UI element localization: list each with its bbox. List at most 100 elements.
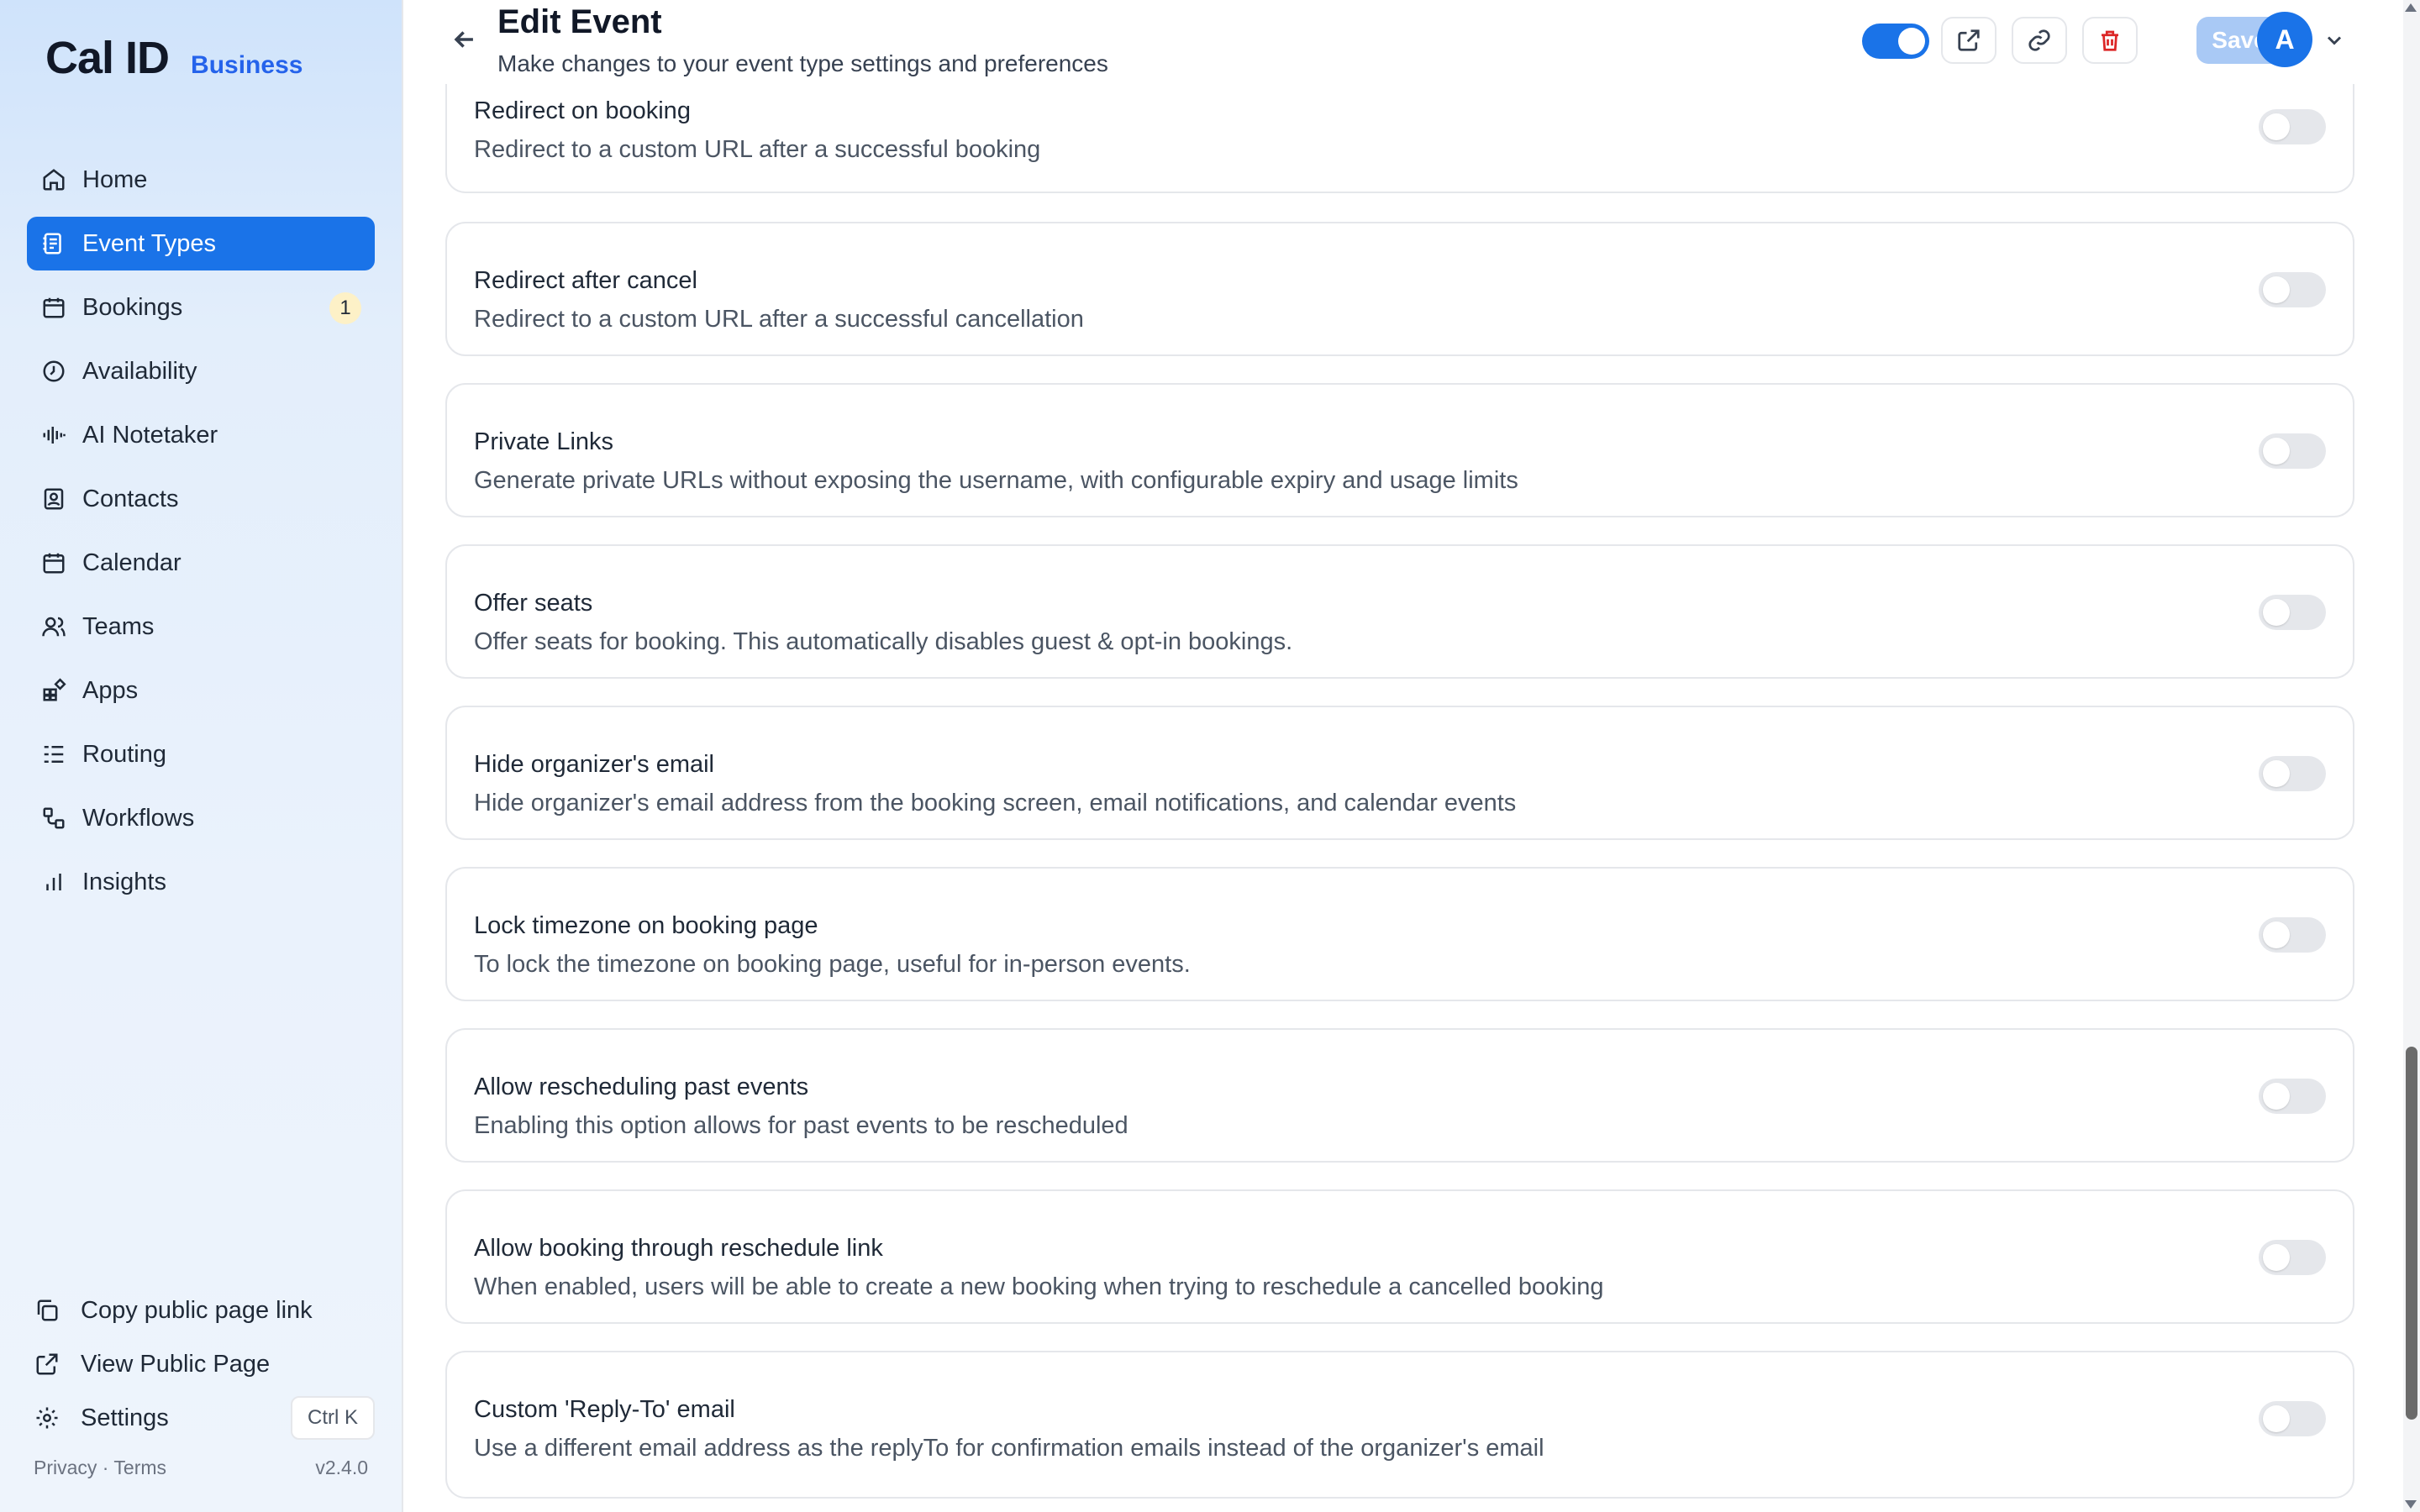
sidebar-item-label: Routing	[82, 740, 166, 768]
redirect-after-cancel-toggle[interactable]	[2259, 272, 2326, 307]
brand[interactable]: Cal ID Business	[45, 32, 302, 84]
setting-description: When enabled, users will be able to crea…	[474, 1273, 1604, 1300]
sidebar-item-label: AI Notetaker	[82, 421, 218, 449]
setting-title: Hide organizer's email	[474, 751, 714, 778]
page-scrollbar[interactable]	[2403, 0, 2420, 1512]
sidebar-item-contacts[interactable]: Contacts	[27, 472, 375, 526]
sidebar-item-home[interactable]: Home	[27, 153, 375, 207]
sidebar-item-ai-notetaker[interactable]: AI Notetaker	[27, 408, 375, 462]
users-icon	[40, 613, 67, 640]
sidebar-item-bookings[interactable]: Bookings 1	[27, 281, 375, 334]
setting-title: Allow rescheduling past events	[474, 1074, 809, 1100]
setting-description: Enabling this option allows for past eve…	[474, 1112, 1128, 1139]
setting-description: Redirect to a custom URL after a success…	[474, 306, 1084, 333]
sidebar-item-availability[interactable]: Availability	[27, 344, 375, 398]
back-arrow-icon[interactable]	[450, 25, 484, 59]
sidebar-item-label: Calendar	[82, 549, 182, 576]
event-enabled-toggle[interactable]	[1862, 24, 1929, 59]
bookings-count-badge: 1	[329, 292, 361, 324]
lock-timezone-toggle[interactable]	[2259, 917, 2326, 953]
audio-wave-icon	[40, 422, 67, 449]
custom-reply-to-toggle[interactable]	[2259, 1401, 2326, 1436]
sidebar-nav: Home Event Types Bookings 1 Availability…	[27, 153, 375, 919]
sidebar-item-workflows[interactable]: Workflows	[27, 791, 375, 845]
sidebar-item-calendar[interactable]: Calendar	[27, 536, 375, 590]
page-subtitle: Make changes to your event type settings…	[497, 50, 1108, 76]
preview-button[interactable]	[1941, 17, 1996, 64]
copy-link-button[interactable]	[2012, 17, 2067, 64]
brand-plan: Business	[191, 51, 303, 79]
calendar-icon	[40, 549, 67, 576]
scroll-down-arrow-icon[interactable]	[2405, 1500, 2417, 1509]
apps-icon	[40, 677, 67, 704]
routing-icon	[40, 741, 67, 768]
sidebar-item-label: Teams	[82, 612, 155, 640]
setting-hide-organizer-email: Hide organizer's email Hide organizer's …	[445, 706, 2354, 840]
sidebar-item-apps[interactable]: Apps	[27, 664, 375, 717]
sidebar-item-label: Event Types	[82, 229, 217, 257]
sidebar-item-insights[interactable]: Insights	[27, 855, 375, 909]
brand-logo: Cal ID	[45, 33, 170, 83]
setting-private-links: Private Links Generate private URLs with…	[445, 383, 2354, 517]
chevron-down-icon[interactable]	[2323, 29, 2348, 54]
setting-title: Allow booking through reschedule link	[474, 1235, 883, 1262]
setting-description: Generate private URLs without exposing t…	[474, 467, 1518, 494]
redirect-on-booking-toggle[interactable]	[2259, 109, 2326, 144]
setting-description: To lock the timezone on booking page, us…	[474, 951, 1191, 978]
bar-chart-icon	[40, 869, 67, 895]
setting-offer-seats: Offer seats Offer seats for booking. Thi…	[445, 544, 2354, 679]
clock-icon	[40, 358, 67, 385]
calendar-icon	[40, 294, 67, 321]
sidebar-item-label: Insights	[82, 868, 166, 895]
setting-redirect-after-cancel: Redirect after cancel Redirect to a cust…	[445, 222, 2354, 356]
contacts-icon	[40, 486, 67, 512]
workflows-icon	[40, 805, 67, 832]
app-version: v2.4.0	[315, 1457, 368, 1478]
external-link-icon	[1958, 29, 1980, 51]
avatar[interactable]: A	[2257, 12, 2312, 67]
sidebar-bottom: Copy public page link View Public Page S…	[34, 1284, 375, 1445]
view-public-page-link[interactable]: View Public Page	[34, 1337, 375, 1391]
setting-allow-rescheduling-past: Allow rescheduling past events Enabling …	[445, 1028, 2354, 1163]
sidebar-item-event-types[interactable]: Event Types	[27, 217, 375, 270]
page-title: Edit Event	[497, 3, 662, 40]
view-public-page-label: View Public Page	[81, 1350, 271, 1378]
setting-description: Hide organizer's email address from the …	[474, 790, 1517, 816]
scroll-up-arrow-icon[interactable]	[2405, 3, 2417, 12]
sidebar-item-routing[interactable]: Routing	[27, 727, 375, 781]
sidebar-item-label: Apps	[82, 676, 139, 704]
sidebar-item-label: Availability	[82, 357, 197, 385]
copy-icon	[34, 1297, 60, 1324]
allow-booking-reschedule-link-toggle[interactable]	[2259, 1240, 2326, 1275]
setting-lock-timezone: Lock timezone on booking page To lock th…	[445, 867, 2354, 1001]
private-links-toggle[interactable]	[2259, 433, 2326, 469]
copy-public-link-button[interactable]: Copy public page link	[34, 1284, 375, 1337]
scrollbar-thumb[interactable]	[2406, 1047, 2417, 1420]
setting-allow-booking-reschedule-link: Allow booking through reschedule link Wh…	[445, 1189, 2354, 1324]
setting-description: Use a different email address as the rep…	[474, 1435, 1544, 1462]
external-link-icon	[34, 1351, 60, 1378]
setting-description: Redirect to a custom URL after a success…	[474, 136, 1041, 163]
sidebar-item-teams[interactable]: Teams	[27, 600, 375, 654]
link-icon	[2028, 29, 2050, 51]
sidebar-item-label: Bookings	[82, 293, 183, 321]
sidebar-item-label: Home	[82, 165, 148, 193]
privacy-terms-links[interactable]: Privacy · Terms	[34, 1457, 166, 1479]
copy-public-link-label: Copy public page link	[81, 1296, 313, 1324]
command-palette-shortcut[interactable]: Ctrl K	[291, 1396, 375, 1440]
settings-link[interactable]: Settings Ctrl K	[34, 1391, 375, 1445]
trash-icon	[2102, 30, 2118, 51]
event-types-icon	[40, 230, 67, 257]
allow-rescheduling-past-toggle[interactable]	[2259, 1079, 2326, 1114]
setting-title: Offer seats	[474, 590, 593, 617]
hide-organizer-email-toggle[interactable]	[2259, 756, 2326, 791]
setting-title: Redirect on booking	[474, 97, 691, 124]
delete-button[interactable]	[2082, 17, 2138, 64]
page-header: Edit Event Make changes to your event ty…	[403, 0, 2403, 84]
setting-custom-reply-to: Custom 'Reply-To' email Use a different …	[445, 1351, 2354, 1499]
sidebar-item-label: Contacts	[82, 485, 179, 512]
sidebar-item-label: Workflows	[82, 804, 195, 832]
offer-seats-toggle[interactable]	[2259, 595, 2326, 630]
settings-label: Settings	[81, 1404, 169, 1431]
setting-title: Redirect after cancel	[474, 267, 697, 294]
